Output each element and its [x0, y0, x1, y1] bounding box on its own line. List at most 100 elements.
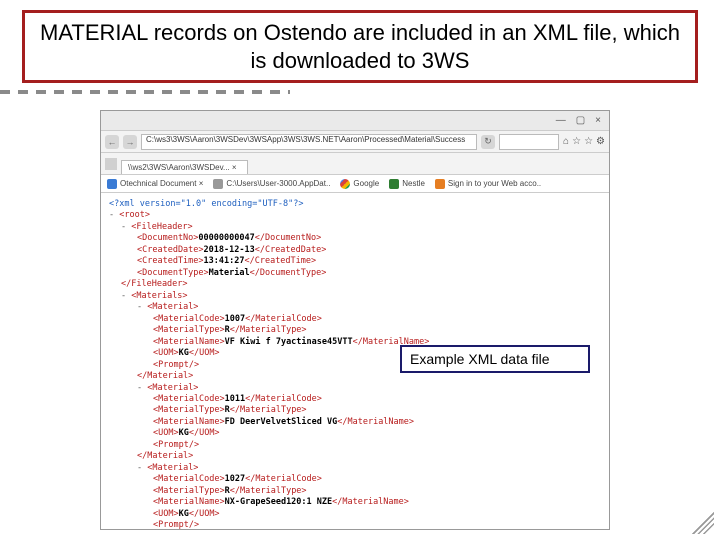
xml-tag: </CreatedDate> [255, 245, 327, 255]
xml-tag: <DocumentType> [137, 268, 209, 278]
collapse-icon[interactable]: - [137, 463, 147, 473]
divider-dashes [0, 90, 290, 94]
xml-tag: <Material> [147, 463, 198, 473]
xml-tag: </MaterialCode> [245, 394, 322, 404]
fav-label: Otechnical Document × [120, 179, 203, 188]
xml-value: 1011 [225, 394, 245, 404]
collapse-icon[interactable]: - [137, 383, 147, 393]
xml-tag: <DocumentNo> [137, 233, 198, 243]
xml-tag: <FileHeader> [131, 222, 192, 232]
refresh-icon[interactable]: ↻ [481, 135, 495, 149]
xml-tag: <MaterialCode> [153, 474, 225, 484]
collapse-icon[interactable]: - [121, 291, 131, 301]
xml-tag: </MaterialName> [337, 417, 414, 427]
nestle-icon [389, 179, 399, 189]
close-icon[interactable]: × [595, 115, 601, 126]
feed-icon[interactable]: ☆ [584, 136, 593, 147]
xml-tag: <Material> [147, 302, 198, 312]
xml-tag: <CreatedDate> [137, 245, 204, 255]
xml-value: KG [179, 348, 189, 358]
key-icon [435, 179, 445, 189]
xml-tag: <Prompt/> [153, 440, 199, 450]
back-icon[interactable]: ← [105, 135, 119, 149]
xml-value: 00000000047 [198, 233, 254, 243]
xml-tag: </MaterialType> [230, 325, 307, 335]
xml-value: FD DeerVelvetSliced VG [225, 417, 338, 427]
fav-item-nestle[interactable]: Nestle [389, 179, 425, 189]
collapse-icon[interactable]: - [109, 210, 119, 220]
xml-tag: </DocumentNo> [255, 233, 322, 243]
window-chrome: — ▢ × [101, 111, 609, 131]
resize-grip-icon [692, 512, 714, 534]
xml-value: KG [179, 428, 189, 438]
xml-value: VF Kiwi f 7yactinase45VTT [225, 337, 353, 347]
tab-xml-file[interactable]: \\ws2\3WS\Aaron\3WSDev... × [121, 160, 248, 174]
xml-tag: <MaterialCode> [153, 314, 225, 324]
xml-value: KG [179, 509, 189, 519]
xml-value: 2018-12-13 [204, 245, 255, 255]
embedded-browser-screenshot: — ▢ × ← → C:\ws3\3WS\Aaron\3WSDev\3WSApp… [100, 110, 610, 530]
xml-tag: </MaterialCode> [245, 314, 322, 324]
address-bar: ← → C:\ws3\3WS\Aaron\3WSDev\3WSApp\3WS\3… [101, 131, 609, 153]
xml-declaration: <?xml version="1.0" encoding="UTF-8"?> [109, 199, 303, 209]
minimize-icon[interactable]: — [556, 115, 566, 126]
xml-tag: </UOM> [189, 509, 220, 519]
fav-label: C:\Users\User-3000.AppDat.. [226, 179, 330, 188]
xml-tag: </MaterialCode> [245, 474, 322, 484]
xml-tag: </MaterialType> [230, 486, 307, 496]
xml-tag: </UOM> [189, 348, 220, 358]
xml-tag: </MaterialName> [332, 497, 409, 507]
xml-tag: </UOM> [189, 428, 220, 438]
xml-tag: <MaterialCode> [153, 394, 225, 404]
xml-tag: <Materials> [131, 291, 187, 301]
xml-tag: </DocumentType> [250, 268, 327, 278]
tab-bar: \\ws2\3WS\Aaron\3WSDev... × [101, 153, 609, 175]
favorite-icon[interactable]: ☆ [572, 136, 581, 147]
callout-label: Example XML data file [400, 345, 590, 373]
xml-tag: <root> [119, 210, 150, 220]
xml-value: 1027 [225, 474, 245, 484]
favorites-bar: Otechnical Document × C:\Users\User-3000… [101, 175, 609, 193]
fav-label: Sign in to your Web acco.. [448, 179, 541, 188]
xml-tag: <UOM> [153, 348, 179, 358]
xml-tag: <Prompt/> [153, 360, 199, 370]
xml-tag: </MaterialType> [230, 405, 307, 415]
xml-tag: <MaterialType> [153, 486, 225, 496]
xml-value: Material [209, 268, 250, 278]
forward-icon[interactable]: → [123, 135, 137, 149]
xml-tag: <CreatedTime> [137, 256, 204, 266]
collapse-icon[interactable]: - [137, 302, 147, 312]
xml-value: 1007 [225, 314, 245, 324]
home-icon[interactable]: ⌂ [563, 136, 569, 147]
xml-tag: <Prompt/> [153, 520, 199, 530]
url-input[interactable]: C:\ws3\3WS\Aaron\3WSDev\3WSApp\3WS\3WS.N… [141, 134, 477, 150]
google-icon [340, 179, 350, 189]
favorites-icon[interactable] [105, 158, 117, 170]
xml-tag: <UOM> [153, 428, 179, 438]
file-icon [213, 179, 223, 189]
xml-tag: </Material> [137, 371, 193, 381]
xml-tag: <MaterialType> [153, 325, 225, 335]
settings-icon[interactable]: ⚙ [596, 136, 605, 147]
xml-tag: <MaterialName> [153, 337, 225, 347]
fav-item-tech-doc[interactable]: Otechnical Document × [107, 179, 203, 189]
fav-item-appdata[interactable]: C:\Users\User-3000.AppDat.. [213, 179, 330, 189]
xml-value: NX-GrapeSeed120:1 NZE [225, 497, 332, 507]
xml-tag: </Material> [137, 451, 193, 461]
fav-item-signin[interactable]: Sign in to your Web acco.. [435, 179, 541, 189]
search-input[interactable] [499, 134, 559, 150]
xml-tag: <MaterialName> [153, 497, 225, 507]
fav-label: Google [353, 179, 379, 188]
xml-tag: <UOM> [153, 509, 179, 519]
collapse-icon[interactable]: - [121, 222, 131, 232]
maximize-icon[interactable]: ▢ [576, 115, 585, 126]
xml-tag: <MaterialName> [153, 417, 225, 427]
slide-title: MATERIAL records on Ostendo are included… [22, 10, 698, 83]
fav-item-google[interactable]: Google [340, 179, 379, 189]
xml-value: 13:41:27 [204, 256, 245, 266]
doc-icon [107, 179, 117, 189]
fav-label: Nestle [402, 179, 425, 188]
xml-tag: </FileHeader> [121, 279, 188, 289]
xml-tag: </CreatedTime> [244, 256, 316, 266]
xml-tag: <Material> [147, 383, 198, 393]
